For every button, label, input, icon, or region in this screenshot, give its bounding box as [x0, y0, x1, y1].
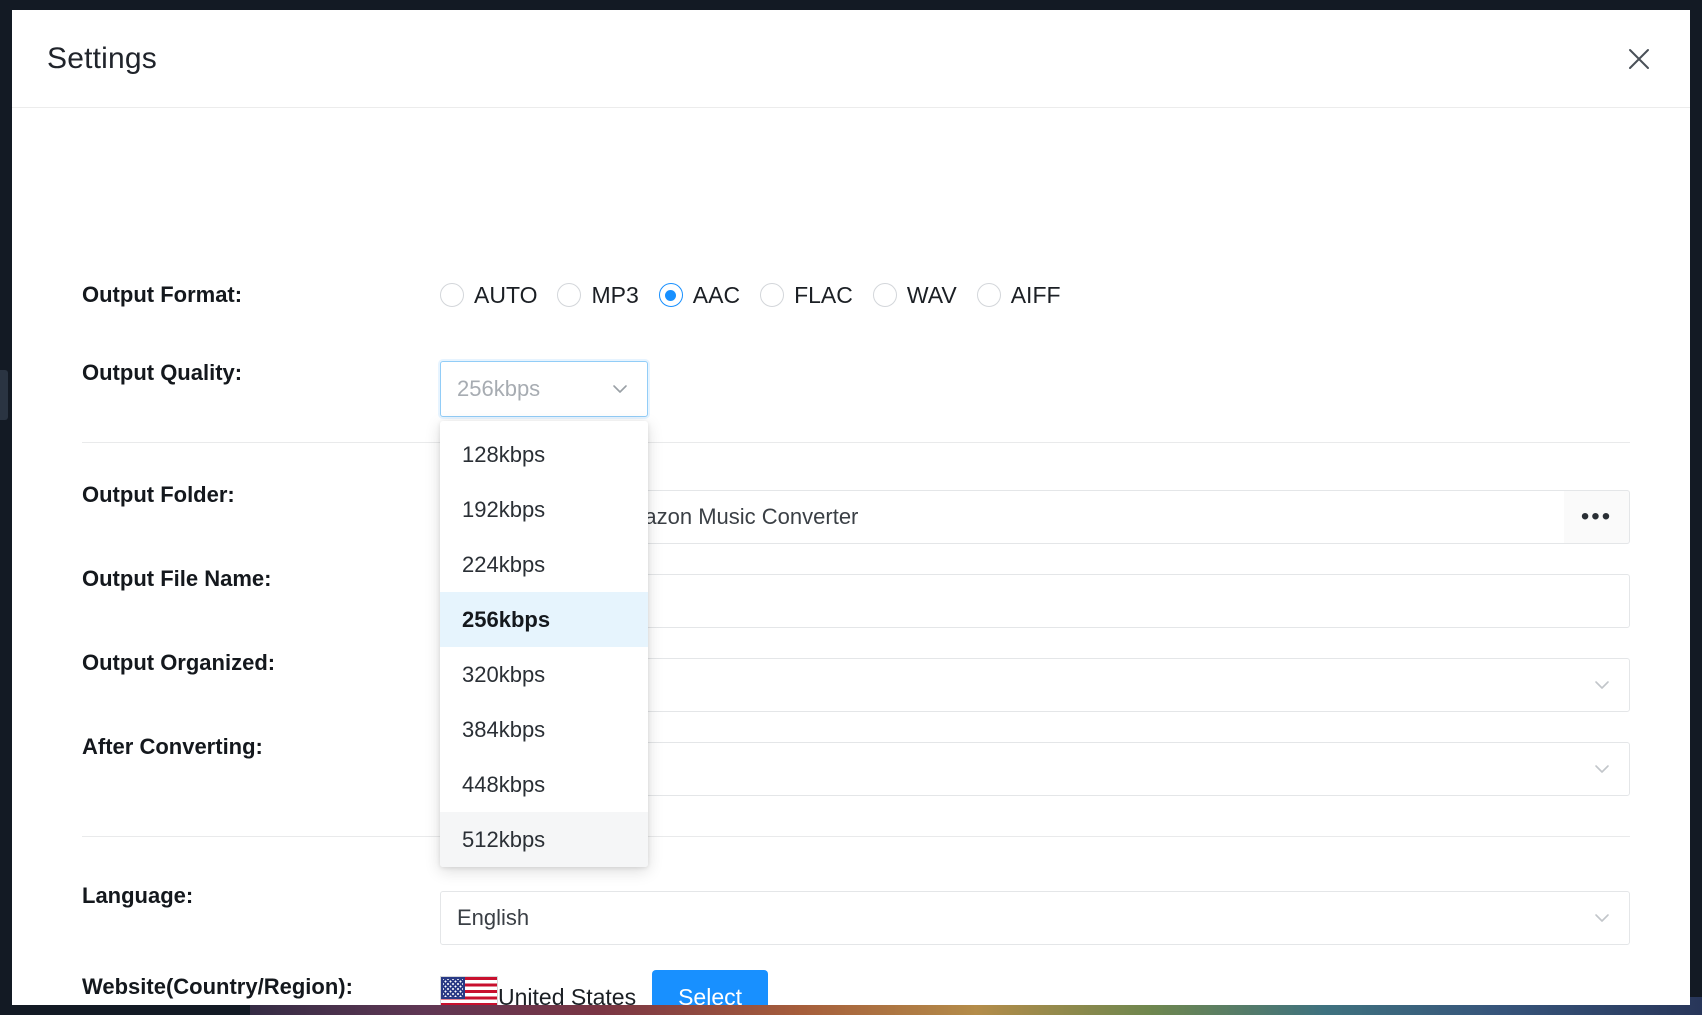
dropdown-item-448kbps[interactable]: 448kbps [440, 757, 648, 812]
close-icon[interactable] [1616, 36, 1662, 82]
browse-button-label: ••• [1580, 503, 1613, 530]
radio-option-auto[interactable]: AUTO [440, 282, 537, 309]
dropdown-item-256kbps[interactable]: 256kbps [440, 592, 648, 647]
chevron-down-icon [1591, 674, 1613, 696]
label-language: Language: [82, 883, 194, 908]
radio-label-aac: AAC [692, 281, 741, 308]
radio-dot-mp3 [557, 283, 582, 307]
chevron-down-icon [609, 378, 631, 400]
us-flag-icon [440, 976, 498, 1005]
dropdown-item-384kbps[interactable]: 384kbps [440, 702, 648, 757]
radio-label-mp3: MP3 [591, 281, 639, 308]
radio-label-aiff: AIFF [1010, 281, 1061, 308]
label-output-quality: Output Quality: [82, 360, 243, 385]
row-website-country: Website(Country/Region): [12, 958, 1690, 1005]
radio-dot-wav [872, 283, 897, 307]
chevron-down-icon [1591, 907, 1613, 929]
radio-dot-aac [658, 283, 683, 307]
divider-top [82, 442, 1630, 443]
dropdown-item-512kbps[interactable]: 512kbps [440, 812, 648, 867]
language-value: English [457, 905, 530, 930]
output-quality-select[interactable]: 256kbps [440, 361, 648, 417]
dropdown-item-320kbps[interactable]: 320kbps [440, 647, 648, 702]
language-select[interactable]: English [440, 891, 1630, 945]
settings-dialog: Settings Output Format: AUTO MP3 AAC FLA… [12, 10, 1690, 1005]
label-output-file-name: Output File Name: [82, 566, 272, 591]
label-output-format: Output Format: [82, 282, 243, 307]
desktop-left-tab [0, 370, 8, 420]
divider-bottom [82, 836, 1630, 837]
radio-option-mp3[interactable]: MP3 [557, 281, 639, 309]
dropdown-item-128kbps[interactable]: 128kbps [440, 427, 648, 482]
chevron-down-icon [1591, 758, 1613, 780]
dropdown-item-224kbps[interactable]: 224kbps [440, 537, 648, 592]
radio-option-aac[interactable]: AAC [658, 281, 741, 309]
radio-dot-aiff [976, 283, 1001, 307]
settings-form: Output Format: AUTO MP3 AAC FLAC WAV AIF… [12, 108, 1690, 1005]
radio-label-flac: FLAC [794, 281, 853, 308]
row-output-format: Output Format: AUTO MP3 AAC FLAC WAV AIF… [12, 266, 1690, 324]
radio-dot-auto [440, 283, 464, 307]
radio-option-wav[interactable]: WAV [872, 281, 957, 309]
row-output-quality: Output Quality: [12, 344, 1690, 402]
output-format-radio-group: AUTO MP3 AAC FLAC WAV AIFF [440, 282, 1081, 309]
ellipsis-icon[interactable]: ••• [1564, 490, 1630, 544]
radio-option-flac[interactable]: FLAC [760, 282, 853, 309]
country-name: United States [498, 983, 637, 1006]
radio-option-aiff[interactable]: AIFF [976, 281, 1061, 309]
dropdown-item-192kbps[interactable]: 192kbps [440, 482, 648, 537]
website-country-controls: United States Select [440, 970, 769, 1006]
select-button[interactable]: Select [652, 970, 769, 1005]
radio-dot-flac [760, 283, 785, 307]
radio-label-auto: AUTO [474, 281, 538, 308]
label-output-folder: Output Folder: [82, 482, 235, 507]
page-title: Settings [47, 41, 157, 75]
output-quality-value: 256kbps [457, 376, 541, 401]
label-output-organized: Output Organized: [82, 650, 276, 675]
output-quality-dropdown: 128kbps 192kbps 224kbps 256kbps 320kbps … [440, 421, 648, 867]
label-website-country: Website(Country/Region): [82, 974, 353, 999]
dialog-title-bar: Settings [12, 10, 1690, 108]
label-after-converting: After Converting: [82, 734, 263, 759]
radio-label-wav: WAV [906, 281, 957, 308]
